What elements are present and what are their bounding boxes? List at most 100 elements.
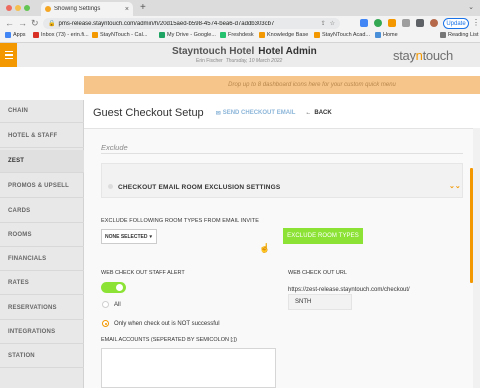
back-button[interactable]: ← BACK — [305, 110, 331, 116]
divider — [101, 153, 463, 154]
sidebar-item-promos-upsell[interactable]: PROMOS & UPSELL — [0, 175, 84, 198]
bookmark-freshdesk[interactable]: Freshdesk — [220, 32, 254, 38]
maximize-window-button[interactable] — [24, 5, 30, 11]
freshdesk-icon — [220, 32, 226, 38]
hamburger-menu-button[interactable] — [0, 43, 17, 67]
browser-toolbar: ← → ↻ 🔒 pms-release.stayntouch.com/admin… — [0, 16, 480, 31]
sidebar-item-rooms[interactable]: ROOMS — [0, 224, 84, 247]
quick-menu-dropzone[interactable]: Drop up to 8 dashboard icons here for yo… — [84, 76, 480, 94]
tab-title: Showing Settings — [54, 6, 101, 12]
tab-close-icon[interactable]: × — [125, 6, 129, 13]
calendar-icon — [92, 32, 98, 38]
extension-icon[interactable] — [360, 19, 368, 27]
reading-list-icon — [440, 32, 446, 38]
app-header: Stayntouch Hotel Hotel Admin Erin Fischer… — [0, 43, 480, 67]
admin-sidebar: CHAIN HOTEL & STAFF ZEST PROMOS & UPSELL… — [0, 100, 84, 388]
mouse-cursor-icon: ☝ — [259, 243, 271, 253]
radio-button[interactable] — [102, 301, 109, 308]
reading-list[interactable]: Reading List — [440, 32, 479, 38]
hotel-name: Stayntouch Hotel — [172, 46, 255, 57]
caret-down-icon: ▾ — [149, 234, 152, 240]
puzzle-icon[interactable] — [402, 19, 410, 27]
exclude-heading: Exclude — [101, 143, 128, 152]
user-info: Erin Fischer Thursday, 10 March 2022 — [196, 58, 282, 64]
sidebar-item-hotel-staff[interactable]: HOTEL & STAFF — [0, 125, 84, 148]
bookmark-star-icon[interactable]: ☆ — [330, 20, 335, 27]
bookmark-drive[interactable]: My Drive - Google... — [159, 32, 216, 38]
address-url[interactable]: pms-release.stayntouch.com/admin/h/20d15… — [58, 21, 316, 27]
share-icon[interactable]: ⇪ — [321, 20, 326, 27]
bookmark-inbox[interactable]: Inbox (73) - erin.fi... — [33, 32, 89, 38]
radio-all-option[interactable]: All — [102, 301, 121, 308]
back-arrow-icon: ← — [305, 110, 312, 116]
bookmark-apps[interactable]: Apps — [5, 32, 26, 38]
apps-icon — [5, 32, 11, 38]
radio-unsuccessful-option[interactable]: Only when check out is NOT successful — [102, 320, 220, 327]
user-name: Erin Fischer — [196, 58, 223, 64]
tab-favicon-icon — [45, 6, 51, 12]
tab-search-icon[interactable]: ⌄ — [468, 3, 474, 11]
page-title: Guest Checkout Setup — [93, 107, 204, 119]
sidebar-item-financials[interactable]: FINANCIALS — [0, 248, 84, 271]
extension-icon[interactable] — [374, 19, 382, 27]
checkout-url-value: https://zest-release.stayntouch.com/chec… — [288, 287, 410, 293]
radio-button-selected[interactable] — [102, 320, 109, 327]
scrollbar-thumb[interactable] — [470, 168, 473, 283]
hotel-title: Stayntouch Hotel Hotel Admin — [172, 46, 317, 57]
room-types-select[interactable]: NONE SELECTED ▾ — [101, 229, 157, 244]
exclusion-settings-section[interactable]: CHECKOUT EMAIL ROOM EXCLUSION SETTINGS ⌄… — [101, 163, 463, 198]
minimize-window-button[interactable] — [15, 5, 21, 11]
browser-tab[interactable]: Showing Settings × — [41, 2, 133, 16]
chevron-double-down-icon[interactable]: ⌄⌄ — [449, 182, 461, 190]
exclude-room-types-button[interactable]: EXCLUDE ROOM TYPES — [283, 228, 363, 244]
sidebar-item-zest[interactable]: ZEST — [0, 150, 84, 173]
close-window-button[interactable] — [6, 5, 12, 11]
back-arrow-icon[interactable]: ← — [5, 18, 14, 28]
staff-alert-label: WEB CHECK OUT STAFF ALERT — [101, 270, 185, 276]
email-accounts-label: EMAIL ACCOUNTS (SEPERATED BY SEMICOLON [… — [101, 337, 237, 343]
address-bar[interactable]: 🔒 pms-release.stayntouch.com/admin/h/20d… — [43, 18, 340, 29]
send-checkout-email-button[interactable]: ✉ SEND CHECKOUT EMAIL — [216, 110, 296, 117]
toggle-knob — [116, 284, 123, 291]
gmail-icon — [33, 32, 39, 38]
profile-avatar[interactable] — [430, 19, 438, 27]
sidebar-item-chain[interactable]: CHAIN — [0, 100, 84, 123]
more-menu-icon[interactable]: ⋮ — [472, 18, 480, 27]
section-bullet-icon — [108, 184, 113, 189]
bookmarks-bar: Apps Inbox (73) - erin.fi... StayNTouch … — [0, 31, 480, 43]
bookmark-academy[interactable]: StayNTouch Acad... — [314, 32, 370, 38]
scrollbar-track[interactable] — [473, 128, 480, 388]
business-date: Thursday, 10 March 2022 — [225, 58, 283, 64]
bookmark-knowledge-base[interactable]: Knowledge Base — [259, 32, 308, 38]
exclude-room-types-label: EXCLUDE FOLLOWING ROOM TYPES FROM EMAIL … — [101, 218, 260, 224]
home-icon — [375, 32, 381, 38]
academy-icon — [314, 32, 320, 38]
sidebar-item-cards[interactable]: CARDS — [0, 200, 84, 223]
section-title: CHECKOUT EMAIL ROOM EXCLUSION SETTINGS — [118, 184, 281, 191]
stayntouch-logo: stayntouch — [393, 48, 453, 63]
quick-menu-hint: Drop up to 8 dashboard icons here for yo… — [228, 82, 396, 88]
sidebar-item-station[interactable]: STATION — [0, 345, 84, 368]
sidebar-item-rates[interactable]: RATES — [0, 272, 84, 295]
lock-icon: 🔒 — [48, 21, 56, 27]
email-accounts-textarea[interactable] — [101, 348, 276, 388]
new-tab-button[interactable]: + — [140, 2, 146, 13]
sidebar-item-integrations[interactable]: INTEGRATIONS — [0, 321, 84, 344]
forward-arrow-icon[interactable]: → — [18, 18, 27, 28]
sidebar-item-reservations[interactable]: RESERVATIONS — [0, 297, 84, 320]
extension-icon[interactable] — [388, 19, 396, 27]
update-button[interactable]: Update — [443, 18, 469, 29]
reload-icon[interactable]: ↻ — [31, 18, 39, 28]
envelope-icon: ✉ — [215, 110, 221, 117]
bookmark-home[interactable]: Home — [375, 32, 398, 38]
checkout-url-suffix-input[interactable]: SNTH — [288, 294, 352, 310]
browser-tabstrip: Showing Settings × + ⌄ — [0, 0, 480, 16]
media-icon[interactable] — [416, 19, 424, 27]
bookmark-calendar[interactable]: StayNTouch - Cal... — [92, 32, 147, 38]
knowledge-base-icon — [259, 32, 265, 38]
staff-alert-toggle[interactable] — [101, 282, 126, 293]
admin-section-title: Hotel Admin — [258, 46, 317, 57]
drive-icon — [159, 32, 165, 38]
page-header: Guest Checkout Setup ✉ SEND CHECKOUT EMAI… — [93, 107, 332, 119]
checkout-url-label: WEB CHECK OUT URL — [288, 270, 347, 276]
